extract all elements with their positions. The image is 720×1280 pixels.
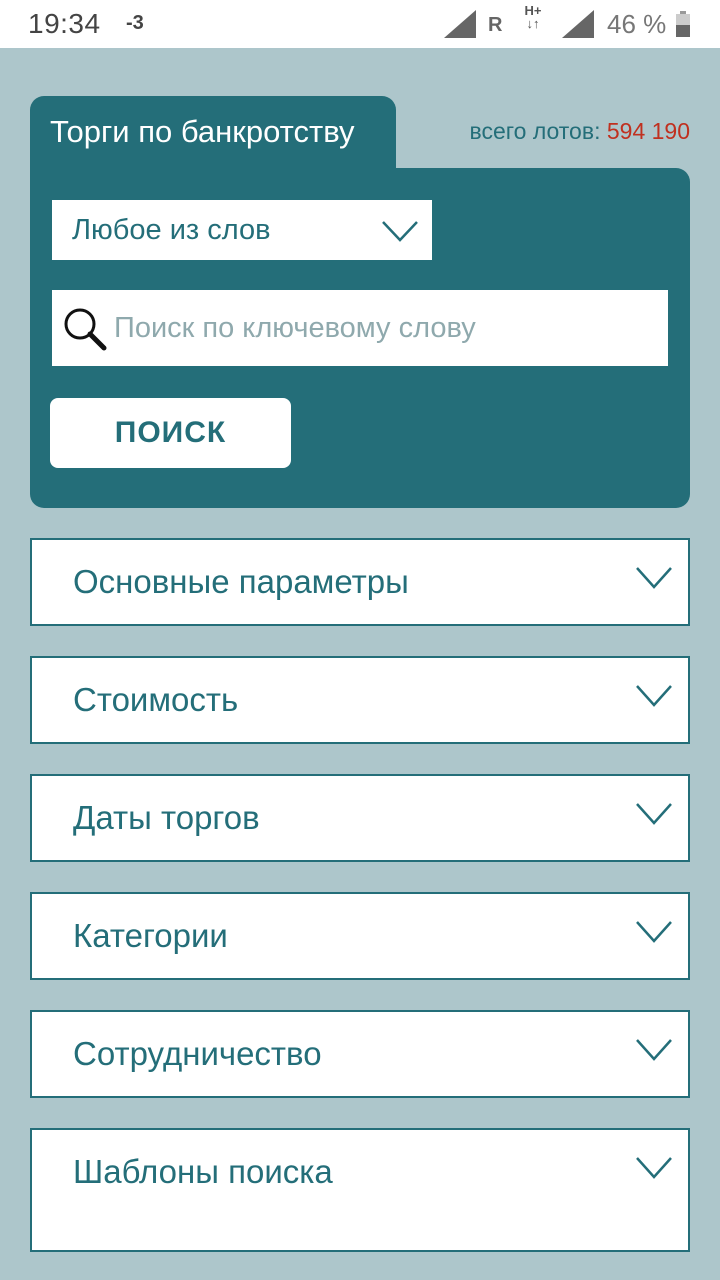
battery-icon <box>676 11 690 37</box>
search-button[interactable]: ПОИСК <box>50 398 291 468</box>
roaming-indicator: R <box>488 14 503 36</box>
chevron-down-icon <box>382 221 418 242</box>
chevron-down-icon <box>636 1039 672 1061</box>
battery-percent: 46 % <box>607 9 667 39</box>
data-activity-icon: ↓↑ <box>526 16 540 31</box>
filter-search-templates[interactable]: Шаблоны поиска <box>30 1128 690 1252</box>
filter-label: Шаблоны поиска <box>73 1153 333 1190</box>
chevron-down-icon <box>636 921 672 943</box>
filter-label: Основные параметры <box>73 563 409 600</box>
search-icon <box>64 308 107 351</box>
status-bar: 19:34 -3 R H+ ↓↑ 46 % <box>0 0 720 48</box>
filter-categories[interactable]: Категории <box>30 892 690 980</box>
total-lots-count: 594 190 <box>606 118 690 144</box>
filter-label: Сотрудничество <box>73 1035 322 1072</box>
search-field[interactable] <box>52 290 668 366</box>
search-input[interactable] <box>114 290 654 366</box>
match-mode-value: Любое из слов <box>72 214 271 246</box>
filter-auction-dates[interactable]: Даты торгов <box>30 774 690 862</box>
filter-cooperation[interactable]: Сотрудничество <box>30 1010 690 1098</box>
notification-indicator: -3 <box>126 12 144 34</box>
signal-strength-icon-2 <box>562 10 594 38</box>
signal-strength-icon <box>444 10 476 38</box>
chevron-down-icon <box>636 1157 672 1179</box>
filter-label: Даты торгов <box>73 799 260 836</box>
filter-label: Стоимость <box>73 681 239 718</box>
network-type-indicator: H+ ↓↑ <box>519 4 547 30</box>
total-lots: всего лотов: 594 190 <box>470 118 691 145</box>
match-mode-select[interactable]: Любое из слов <box>52 200 432 260</box>
total-lots-label: всего лотов: <box>469 118 601 144</box>
chevron-down-icon <box>636 685 672 707</box>
filter-price[interactable]: Стоимость <box>30 656 690 744</box>
chevron-down-icon <box>636 803 672 825</box>
status-time: 19:34 <box>28 8 101 39</box>
filter-main-params[interactable]: Основные параметры <box>30 538 690 626</box>
filter-label: Категории <box>73 917 228 954</box>
chevron-down-icon <box>636 567 672 589</box>
bankruptcy-tab-label: Торги по банкротству <box>50 114 355 149</box>
